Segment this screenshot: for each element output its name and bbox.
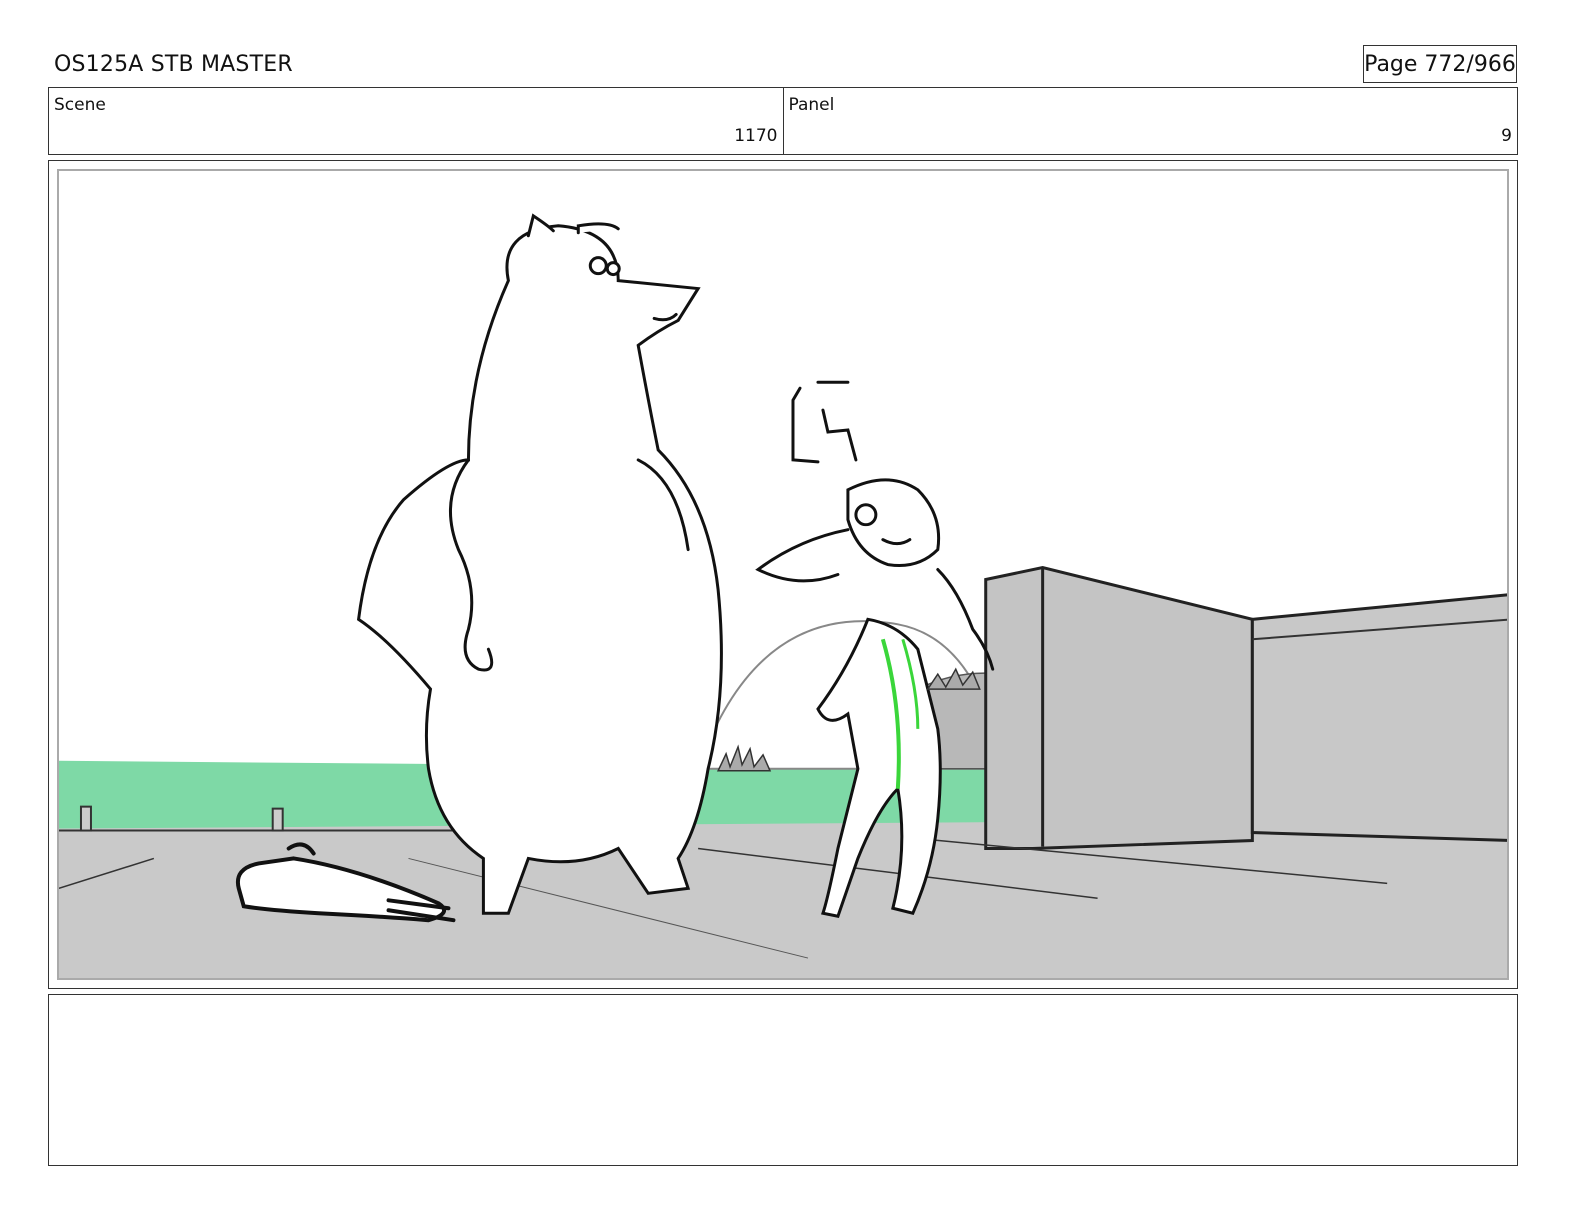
page-number: Page 772/966 bbox=[1363, 45, 1517, 83]
scene-cell: Scene 1170 bbox=[49, 88, 783, 154]
storyboard-panel-image bbox=[57, 169, 1509, 980]
storyboard-panel-frame bbox=[48, 160, 1518, 989]
panel-notes-box bbox=[48, 994, 1518, 1166]
scene-panel-info: Scene 1170 Panel 9 bbox=[48, 87, 1518, 155]
storyboard-sketch bbox=[59, 171, 1507, 978]
wall-right bbox=[1250, 593, 1507, 842]
wall-front bbox=[984, 565, 1254, 850]
panel-number: 9 bbox=[1501, 126, 1512, 146]
panel-cell: Panel 9 bbox=[782, 88, 1518, 154]
scene-label: Scene bbox=[54, 95, 106, 115]
fence-post bbox=[79, 805, 92, 832]
panel-label: Panel bbox=[788, 95, 835, 115]
document-title: OS125A STB MASTER bbox=[54, 52, 293, 77]
fence-post bbox=[271, 807, 284, 832]
scene-number: 1170 bbox=[734, 126, 778, 146]
